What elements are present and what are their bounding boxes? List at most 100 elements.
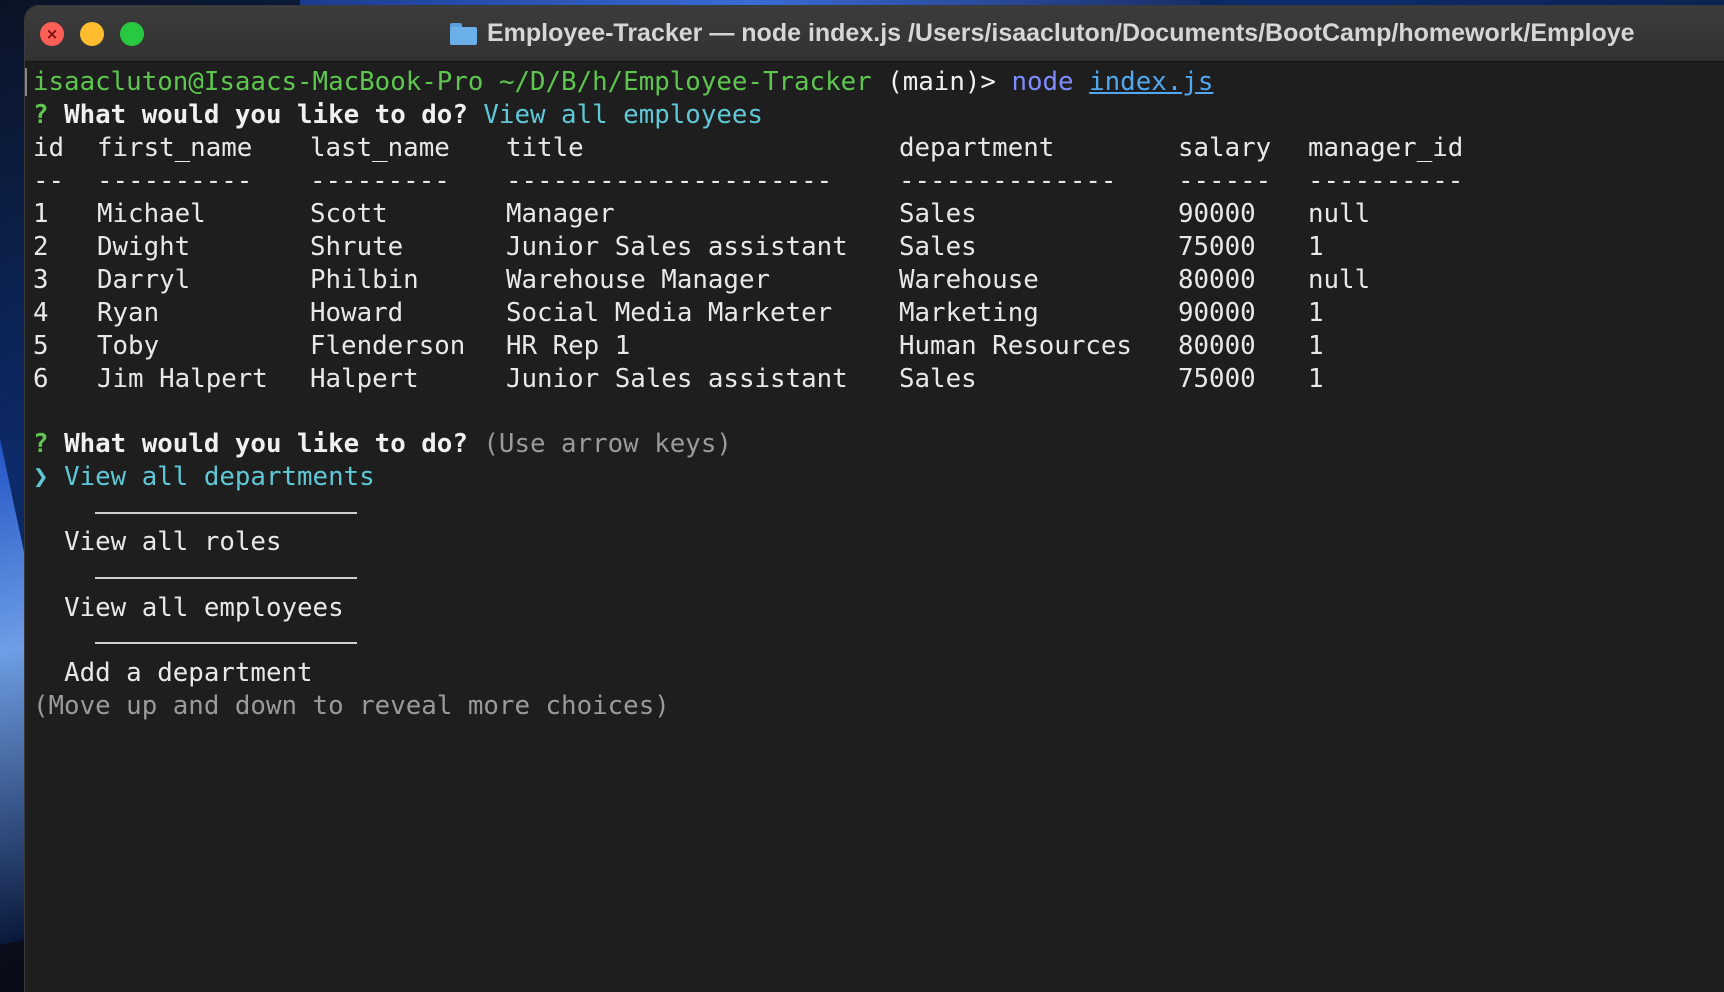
table-cell-manager-id: null [1308, 265, 1371, 295]
menu-footer-hint: (Move up and down to reveal more choices… [33, 691, 670, 721]
table-row: 2 Dwight Shrute Junior Sales assistant S… [33, 229, 1533, 265]
menu-item-label: View all departments [64, 462, 375, 492]
table-row: 4 Ryan Howard Social Media Marketer Mark… [33, 295, 1533, 331]
table-cell-department: Sales [899, 232, 977, 262]
table-cell-last-name: Flenderson [310, 331, 466, 361]
window-title: Employee-Tracker — node index.js /Users/… [487, 19, 1635, 47]
prompt-command: node [1011, 67, 1074, 97]
table-separator-cell: -- [33, 166, 65, 196]
table-cell-salary: 80000 [1178, 331, 1256, 361]
table-cell-department: Human Resources [899, 331, 1132, 361]
table-cell-id: 3 [33, 265, 49, 295]
table-separator-cell: ------ [1178, 166, 1272, 196]
window-title-wrap: Employee-Tracker — node index.js /Users/… [450, 19, 1635, 48]
question-text: What would you like to do? [64, 429, 468, 459]
question-marker: ? [33, 429, 49, 459]
menu-item-label: Add a department [64, 658, 313, 688]
menu-item[interactable]: View all employees [33, 590, 344, 626]
table-separator-cell: ---------- [1308, 166, 1464, 196]
table-row: 5 Toby Flenderson HR Rep 1 Human Resourc… [33, 328, 1533, 364]
table-cell-manager-id: 1 [1308, 232, 1324, 262]
terminal-window[interactable]: × Employee-Tracker — node index.js /User… [25, 6, 1724, 992]
table-separator-row: -- ---------- --------- ----------------… [33, 163, 1533, 199]
menu-separator [95, 577, 357, 579]
prompt-argument-link[interactable]: index.js [1089, 67, 1213, 97]
close-window-button[interactable]: × [40, 22, 64, 46]
menu-item-label: View all roles [64, 527, 282, 557]
table-cell-title: HR Rep 1 [506, 331, 631, 361]
table-header-cell: department [899, 133, 1055, 163]
table-cell-first-name: Toby [97, 331, 160, 361]
folder-icon [450, 22, 477, 45]
table-cell-first-name: Ryan [97, 298, 160, 328]
table-cell-salary: 90000 [1178, 298, 1256, 328]
menu-item[interactable]: View all roles [33, 524, 282, 560]
table-header-cell: id [33, 133, 65, 163]
menu-separator [95, 512, 357, 514]
terminal-content[interactable]: isaacluton@Isaacs-MacBook-Pro ~/D/B/h/Em… [25, 62, 1724, 992]
table-cell-salary: 80000 [1178, 265, 1256, 295]
menu-separator [95, 642, 357, 644]
table-cell-first-name: Dwight [97, 232, 191, 262]
table-cell-last-name: Halpert [310, 364, 419, 394]
table-cell-manager-id: 1 [1308, 364, 1324, 394]
menu-item[interactable]: Add a department [33, 655, 313, 691]
table-cell-last-name: Shrute [310, 232, 404, 262]
table-cell-salary: 75000 [1178, 364, 1256, 394]
menu-item-label: View all employees [64, 593, 344, 623]
close-x-icon: × [45, 25, 59, 43]
table-cell-department: Sales [899, 364, 977, 394]
menu-pointer-icon: ❯ [33, 462, 49, 492]
minimize-window-button[interactable] [80, 22, 104, 46]
table-cell-manager-id: 1 [1308, 331, 1324, 361]
question-line-2: ? What would you like to do? (Use arrow … [33, 426, 732, 462]
table-cell-title: Social Media Marketer [506, 298, 833, 328]
table-separator-cell: -------------- [899, 166, 1117, 196]
question-text: What would you like to do? [64, 100, 468, 130]
table-cell-first-name: Darryl [97, 265, 191, 295]
table-header-cell: last_name [310, 133, 450, 163]
table-row: 1 Michael Scott Manager Sales 90000 null [33, 196, 1533, 232]
table-cell-id: 6 [33, 364, 49, 394]
table-cell-first-name: Jim Halpert [97, 364, 268, 394]
question-hint: (Use arrow keys) [483, 429, 732, 459]
shell-prompt-line: isaacluton@Isaacs-MacBook-Pro ~/D/B/h/Em… [33, 64, 1213, 100]
table-cell-salary: 90000 [1178, 199, 1256, 229]
table-cell-id: 1 [33, 199, 49, 229]
line-marker [25, 68, 30, 96]
table-header-cell: salary [1178, 133, 1272, 163]
table-cell-department: Warehouse [899, 265, 1039, 295]
table-cell-salary: 75000 [1178, 232, 1256, 262]
table-header-row: id first_name last_name title department… [33, 130, 1533, 166]
question-marker: ? [33, 100, 49, 130]
table-row: 3 Darryl Philbin Warehouse Manager Wareh… [33, 262, 1533, 298]
table-cell-id: 2 [33, 232, 49, 262]
table-cell-last-name: Howard [310, 298, 404, 328]
table-separator-cell: ---------- [97, 166, 253, 196]
table-cell-id: 4 [33, 298, 49, 328]
table-separator-cell: --------- [310, 166, 450, 196]
table-cell-department: Marketing [899, 298, 1039, 328]
prompt-path: ~/D/B/h/Employee-Tracker [498, 67, 872, 97]
menu-item-selected[interactable]: ❯ View all departments [33, 459, 375, 495]
table-row: 6 Jim Halpert Halpert Junior Sales assis… [33, 361, 1533, 397]
table-cell-title: Junior Sales assistant [506, 364, 848, 394]
table-cell-manager-id: null [1308, 199, 1371, 229]
table-cell-manager-id: 1 [1308, 298, 1324, 328]
table-separator-cell: --------------------- [506, 166, 833, 196]
prompt-user-host: isaacluton@Isaacs-MacBook-Pro [33, 67, 484, 97]
prompt-branch: (main)> [887, 67, 996, 97]
table-header-cell: manager_id [1308, 133, 1464, 163]
table-cell-title: Junior Sales assistant [506, 232, 848, 262]
desktop-background: × Employee-Tracker — node index.js /User… [0, 0, 1724, 992]
table-cell-title: Manager [506, 199, 615, 229]
table-cell-last-name: Scott [310, 199, 388, 229]
question-line-1: ? What would you like to do? View all em… [33, 97, 763, 133]
title-bar[interactable]: × Employee-Tracker — node index.js /User… [25, 6, 1724, 62]
zoom-window-button[interactable] [120, 22, 144, 46]
table-cell-id: 5 [33, 331, 49, 361]
table-cell-first-name: Michael [97, 199, 206, 229]
table-cell-last-name: Philbin [310, 265, 419, 295]
table-cell-department: Sales [899, 199, 977, 229]
table-header-cell: first_name [97, 133, 253, 163]
